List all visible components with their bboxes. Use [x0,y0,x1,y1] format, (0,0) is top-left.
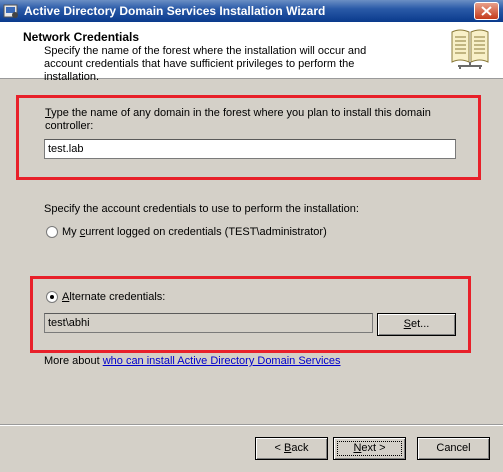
alternate-credentials-field: test\abhi [44,313,373,333]
alternate-credentials-radio[interactable] [46,291,58,303]
credentials-prompt: Specify the account credentials to use t… [44,203,359,215]
set-credentials-button[interactable]: Set... [377,313,456,336]
current-credentials-label[interactable]: My current logged on credentials (TEST\a… [62,226,327,238]
domain-name-input[interactable]: test.lab [44,139,456,159]
current-credentials-radio[interactable] [46,226,58,238]
back-button[interactable]: < Back [255,437,328,460]
wizard-window: Active Directory Domain Services Install… [0,0,503,472]
close-icon [481,6,492,16]
window-title: Active Directory Domain Services Install… [24,4,326,18]
close-button[interactable] [474,2,499,20]
page-description: Specify the name of the forest where the… [44,45,367,83]
more-info-link[interactable]: who can install Active Directory Domain … [103,355,341,367]
cancel-button[interactable]: Cancel [417,437,490,460]
app-icon [3,4,18,18]
domain-label: Type the name of any domain in the fores… [45,107,431,132]
more-info-text: More about who can install Active Direct… [44,355,341,367]
footer-separator [0,424,503,426]
title-bar: Active Directory Domain Services Install… [0,0,503,22]
page-title: Network Credentials [23,30,140,44]
directory-book-icon [451,29,489,69]
wizard-header: Network Credentials Specify the name of … [0,22,503,83]
alternate-credentials-label[interactable]: Alternate credentials: [62,291,165,303]
next-button[interactable]: Next > [333,437,406,460]
